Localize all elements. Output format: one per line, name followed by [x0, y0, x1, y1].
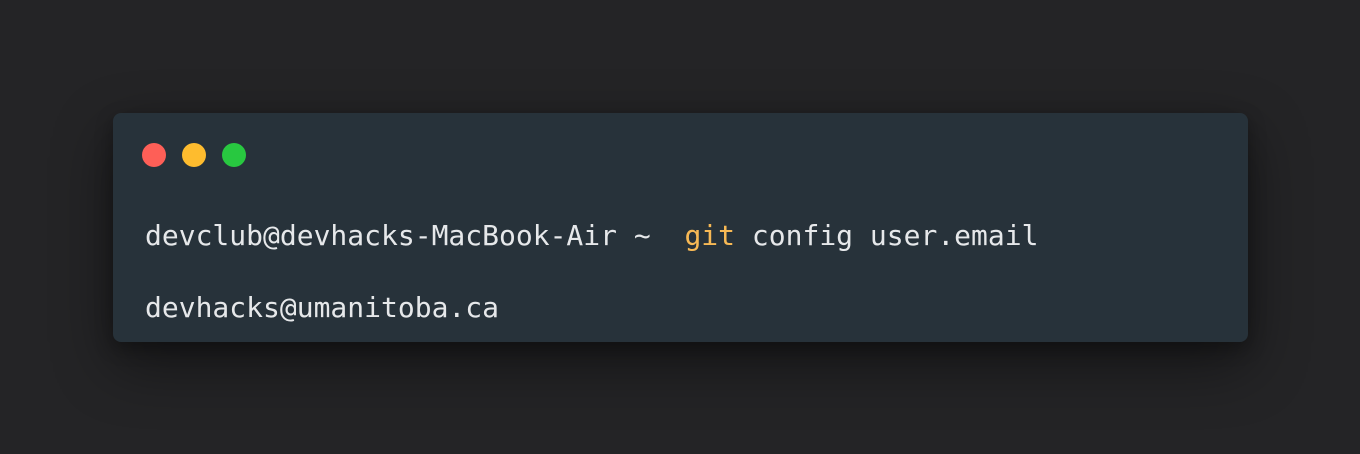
terminal-output-line: devhacks@umanitoba.ca: [145, 291, 500, 324]
terminal-window: devclub@devhacks-MacBook-Air ~ git confi…: [113, 113, 1248, 342]
close-window-dot-icon[interactable]: [142, 143, 166, 167]
minimize-window-dot-icon[interactable]: [182, 143, 206, 167]
zoom-window-dot-icon[interactable]: [222, 143, 246, 167]
command-keyword: git: [684, 219, 736, 252]
screenshot-canvas: devclub@devhacks-MacBook-Air ~ git confi…: [0, 0, 1360, 454]
terminal-prompt: devclub@devhacks-MacBook-Air ~: [145, 219, 651, 252]
terminal-command-line: devclub@devhacks-MacBook-Air ~ git confi…: [145, 219, 1038, 253]
command-arguments: config user.email: [751, 219, 1039, 252]
